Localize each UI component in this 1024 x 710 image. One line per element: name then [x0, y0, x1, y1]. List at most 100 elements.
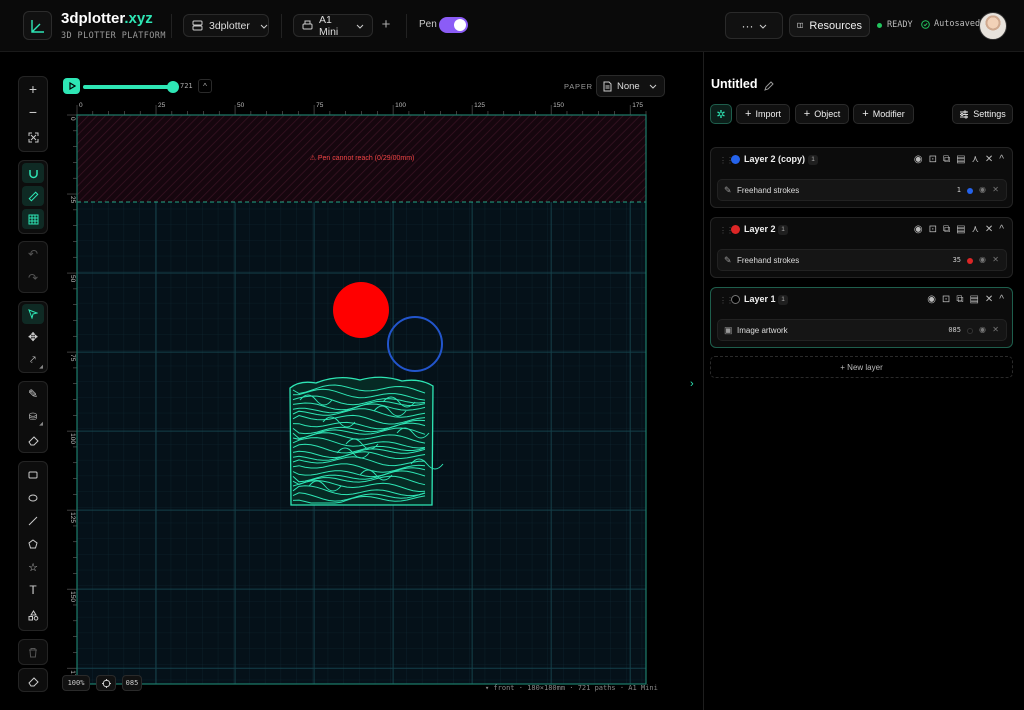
move-tool[interactable]: ✥	[22, 327, 44, 347]
fill-tool[interactable]: ⛁ ◢	[22, 407, 44, 428]
item-color-dot[interactable]	[967, 328, 973, 334]
ruler-button[interactable]	[22, 186, 44, 206]
eraser-tool[interactable]	[22, 430, 44, 450]
add-object-button[interactable]: + Object	[795, 104, 849, 124]
layer-header[interactable]: ⋮⋮ Layer 1 1 ◉ ⊡ ⧉ ▤ ✕ ^	[711, 288, 1012, 312]
export-icon[interactable]: ▤	[956, 224, 965, 235]
logo-icon[interactable]	[23, 11, 52, 40]
duplicate-icon[interactable]: ⧉	[943, 224, 950, 235]
zoom-in-button[interactable]: +	[22, 79, 44, 99]
layer-header[interactable]: ⋮⋮ Layer 2 1 ◉ ⊡ ⧉ ▤ ⋏ ✕ ^	[711, 218, 1012, 242]
zoom-out-button[interactable]: −	[22, 102, 44, 122]
layer-color-dot[interactable]	[731, 295, 740, 304]
clear-canvas-button[interactable]	[22, 671, 44, 691]
layer-header[interactable]: ⋮⋮ Layer 2 (copy) 1 ◉ ⊡ ⧉ ▤ ⋏ ✕ ^	[711, 148, 1012, 172]
merge-icon[interactable]: ⋏	[972, 154, 979, 165]
zoom-level[interactable]: 100%	[62, 675, 90, 691]
machine-select[interactable]: A1 Mini	[293, 14, 373, 38]
select-tool[interactable]	[22, 304, 44, 324]
status-text: READY	[887, 20, 913, 30]
play-icon	[68, 82, 76, 90]
ruler-x-label: 175	[632, 102, 643, 109]
layer-color-dot[interactable]	[731, 225, 740, 234]
item-count: 085	[948, 326, 961, 334]
red-circle-object[interactable]	[333, 282, 389, 338]
layer-item[interactable]: ✎ Freehand strokes 35 ◉ ✕	[717, 249, 1007, 271]
ruler-y-label: 75	[69, 354, 76, 362]
polygon-tool[interactable]	[22, 534, 44, 554]
rectangle-tool[interactable]	[22, 465, 44, 485]
slider-thumb[interactable]	[167, 81, 179, 93]
text-tool[interactable]: T	[22, 580, 44, 600]
merge-icon[interactable]: ⋏	[972, 224, 979, 235]
canvas-chip[interactable]: 085	[122, 675, 142, 691]
export-icon[interactable]: ▤	[956, 154, 965, 165]
layer-card[interactable]: ⋮⋮ Layer 2 (copy) 1 ◉ ⊡ ⧉ ▤ ⋏ ✕ ^ ✎ Free…	[710, 147, 1013, 208]
export-icon[interactable]: ▤	[969, 294, 978, 305]
recenter-button[interactable]	[96, 675, 116, 691]
chevron-up-icon[interactable]: ^	[999, 224, 1004, 235]
trash-icon[interactable]: ✕	[992, 185, 999, 194]
play-button[interactable]	[63, 78, 80, 94]
pen-toggle[interactable]	[439, 17, 468, 33]
add-modifier-button[interactable]: + Modifier	[853, 104, 914, 124]
workspace-select[interactable]: 3dplotter	[183, 14, 269, 37]
user-avatar[interactable]	[979, 12, 1007, 40]
redo-button[interactable]: ↷	[22, 268, 44, 288]
duplicate-icon[interactable]: ⧉	[956, 294, 963, 305]
item-color-dot[interactable]	[967, 258, 973, 264]
duplicate-icon[interactable]: ⧉	[943, 154, 950, 165]
image-artwork-object[interactable]	[289, 376, 444, 506]
import-button[interactable]: + Import	[736, 104, 790, 124]
lock-icon[interactable]: ⊡	[929, 224, 937, 235]
chevron-up-icon[interactable]: ^	[999, 154, 1004, 165]
ellipse-tool[interactable]	[22, 488, 44, 508]
line-tool[interactable]	[22, 511, 44, 531]
magic-button[interactable]: ✲	[710, 104, 732, 124]
eye-icon[interactable]: ◉	[927, 294, 936, 305]
eye-icon[interactable]: ◉	[914, 154, 923, 165]
pen-tool[interactable]: ✎	[22, 384, 44, 404]
layer-color-dot[interactable]	[731, 155, 740, 164]
pencil-icon	[764, 81, 774, 91]
eye-icon[interactable]: ◉	[914, 224, 923, 235]
fit-view-button[interactable]	[22, 127, 44, 147]
item-name: Freehand strokes	[737, 256, 800, 265]
undo-button[interactable]: ↶	[22, 244, 44, 264]
trash-icon[interactable]: ✕	[985, 154, 993, 165]
layer-item[interactable]: ▣ Image artwork 085 ◉ ✕	[717, 319, 1007, 341]
layer-item[interactable]: ✎ Freehand strokes 1 ◉ ✕	[717, 179, 1007, 201]
new-layer-button[interactable]: + New layer	[710, 356, 1013, 378]
trash-icon[interactable]: ✕	[985, 294, 993, 305]
layer-card-selected[interactable]: ⋮⋮ Layer 1 1 ◉ ⊡ ⧉ ▤ ✕ ^ ▣ Image artwork…	[710, 287, 1013, 348]
lock-icon[interactable]: ⊡	[942, 294, 950, 305]
eye-icon[interactable]: ◉	[979, 185, 986, 194]
paper-select[interactable]: None	[596, 75, 665, 97]
document-title[interactable]: Untitled	[711, 77, 758, 91]
eye-icon[interactable]: ◉	[979, 255, 986, 264]
star-tool[interactable]: ☆	[22, 557, 44, 577]
settings-button[interactable]: Settings	[952, 104, 1013, 124]
delete-button[interactable]	[22, 642, 44, 662]
path-slider[interactable]	[83, 81, 179, 93]
submenu-indicator: ◢	[39, 364, 43, 370]
shapes-tool[interactable]	[22, 605, 44, 625]
plotter-canvas[interactable]: 0255075100125150175 0255075100125150175 …	[61, 97, 661, 693]
edit-title-button[interactable]	[764, 78, 774, 96]
add-machine-button[interactable]: +	[378, 16, 394, 33]
chevron-up-icon[interactable]: ^	[999, 294, 1004, 305]
grid-button[interactable]	[22, 209, 44, 229]
expand-panel-icon[interactable]: ›	[690, 378, 694, 390]
trash-icon[interactable]: ✕	[985, 224, 993, 235]
snap-button[interactable]	[22, 163, 44, 183]
trash-icon[interactable]: ✕	[992, 255, 999, 264]
lock-icon[interactable]: ⊡	[929, 154, 937, 165]
eye-icon[interactable]: ◉	[979, 325, 986, 334]
resources-button[interactable]: Resources	[789, 14, 870, 37]
trash-icon[interactable]: ✕	[992, 325, 999, 334]
item-color-dot[interactable]	[967, 188, 973, 194]
node-tool[interactable]: ⤤ ◢	[22, 350, 44, 371]
layer-card[interactable]: ⋮⋮ Layer 2 1 ◉ ⊡ ⧉ ▤ ⋏ ✕ ^ ✎ Freehand st…	[710, 217, 1013, 278]
collapse-button[interactable]: ^	[198, 79, 212, 93]
more-menu-button[interactable]: ···	[725, 12, 783, 39]
